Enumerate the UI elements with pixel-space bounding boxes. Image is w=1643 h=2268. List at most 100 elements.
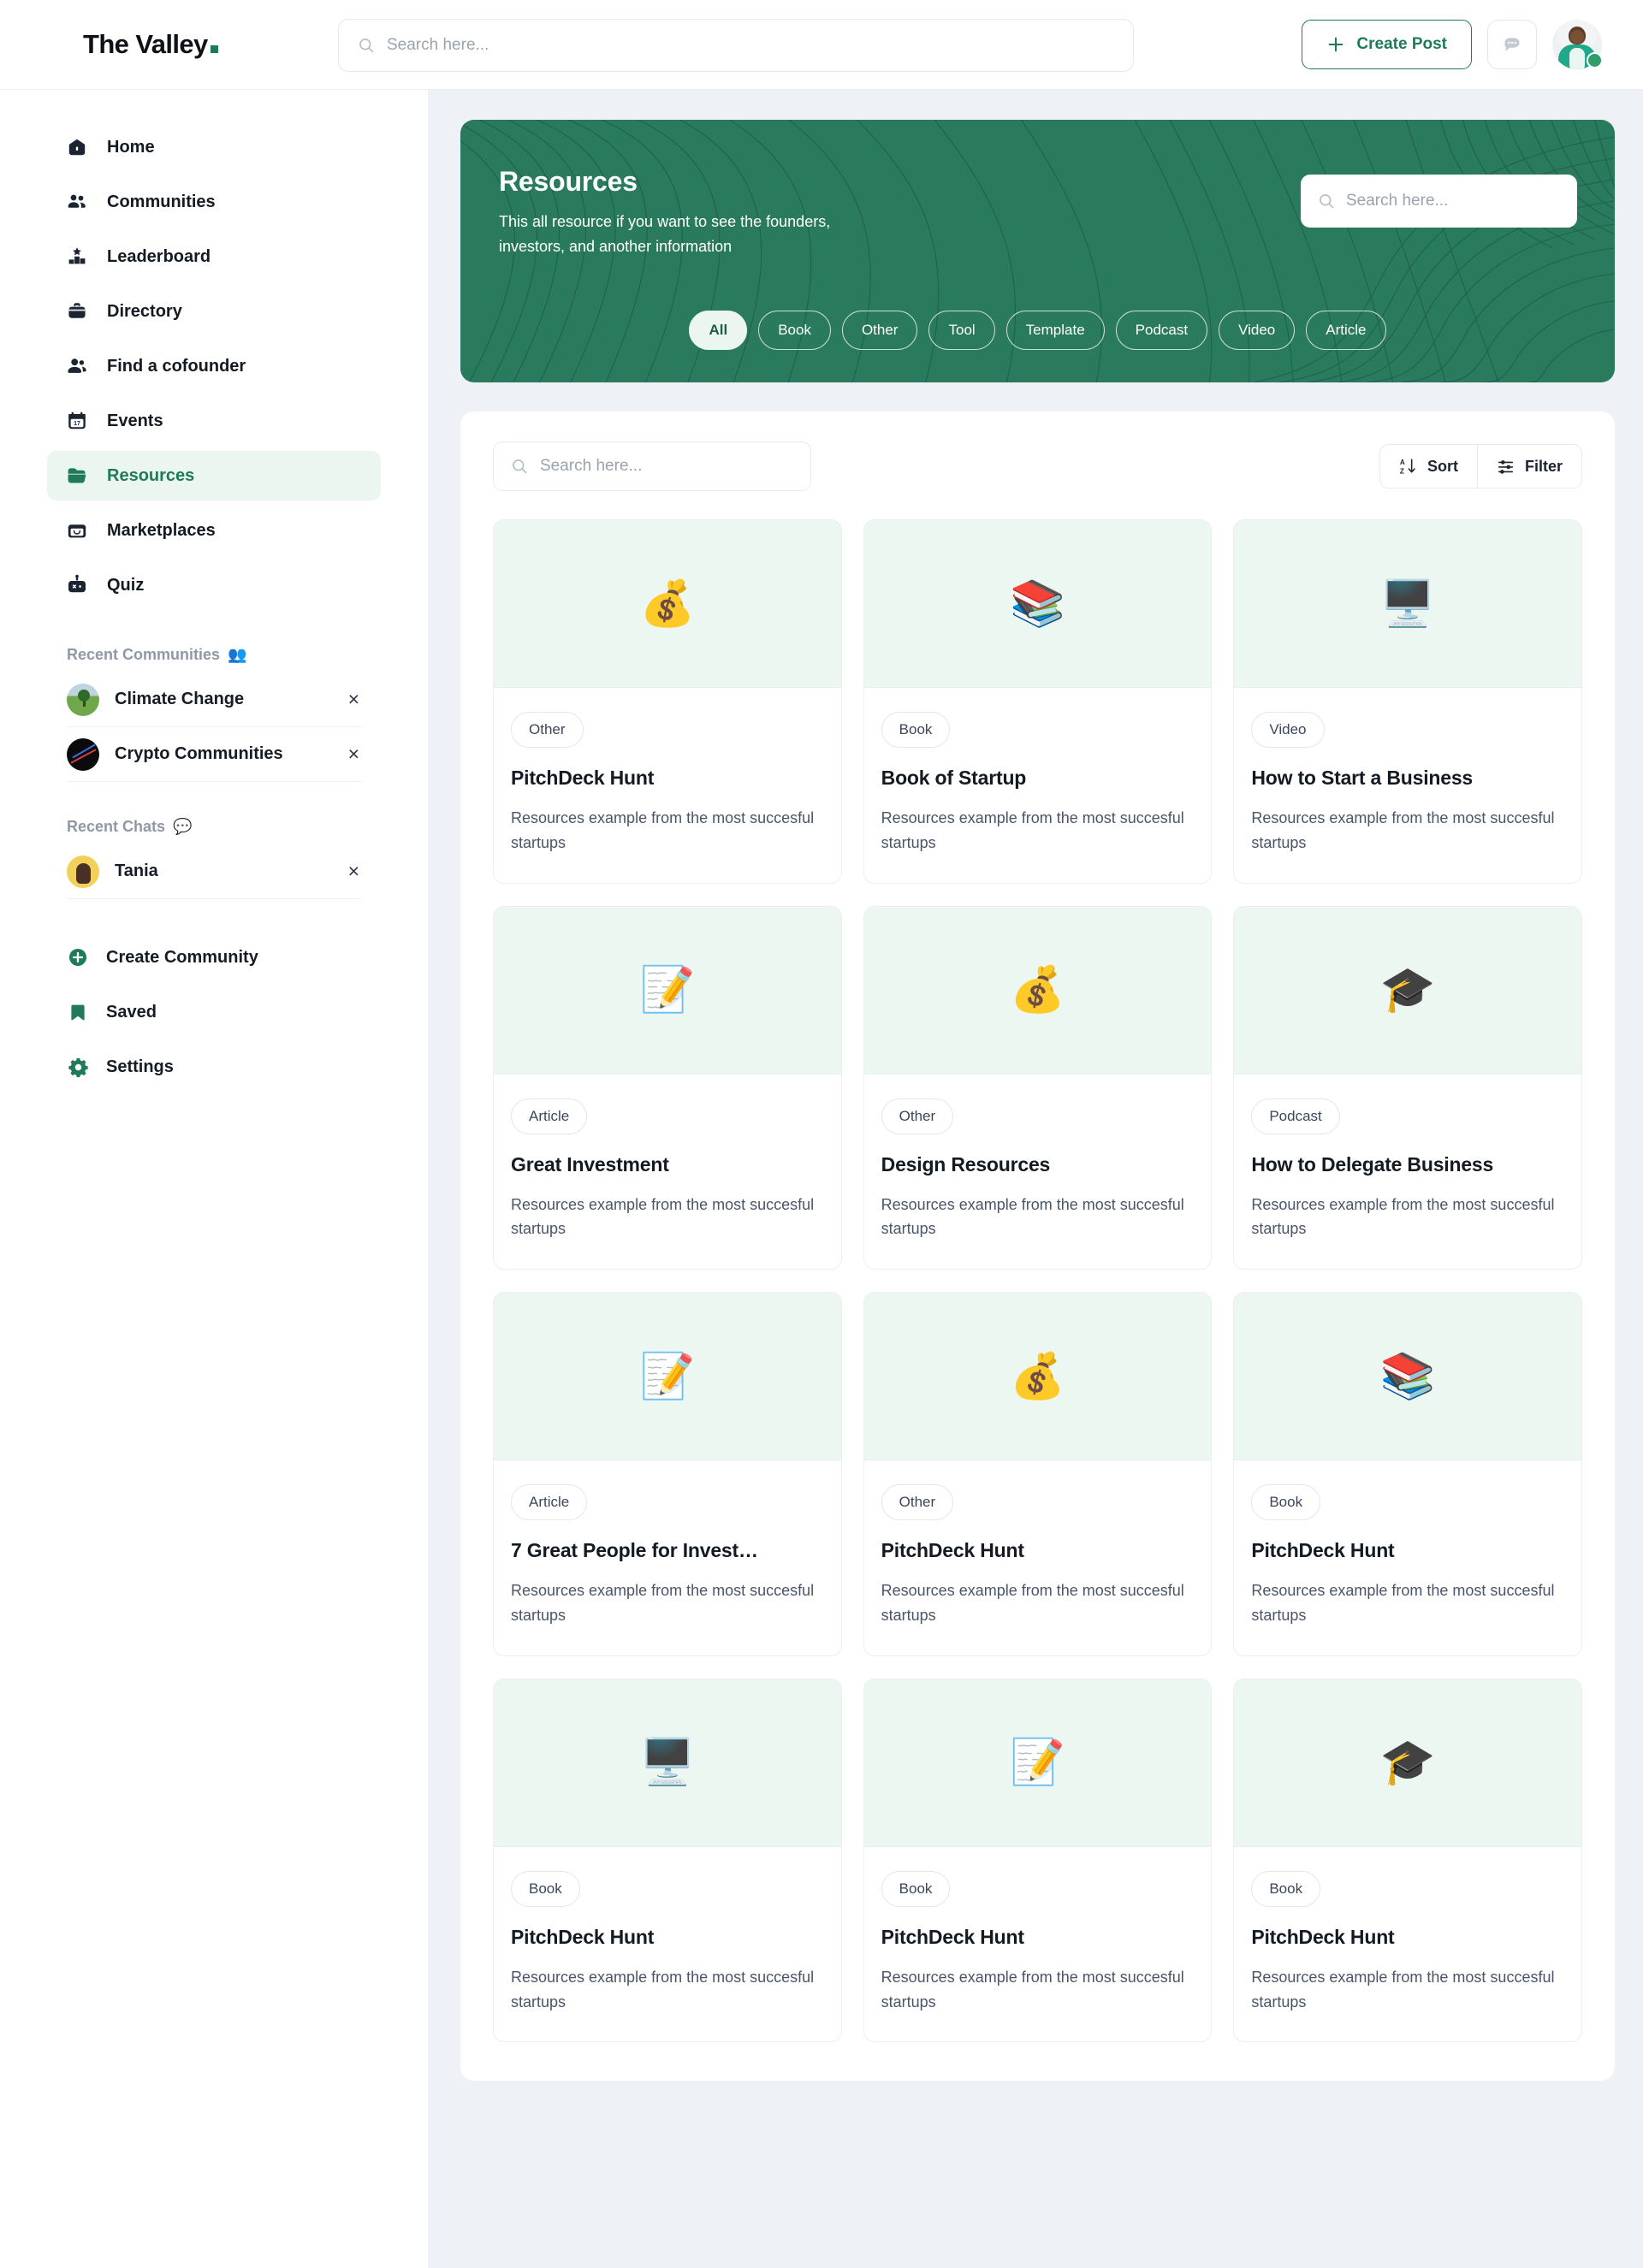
global-search-placeholder: Search here... (387, 36, 489, 54)
recent-community-item[interactable]: Climate Change × (67, 672, 361, 727)
filter-button[interactable]: Filter (1476, 445, 1581, 488)
sidebar-item-events[interactable]: 17 Events (47, 396, 381, 446)
filter-chip-podcast[interactable]: Podcast (1115, 311, 1208, 350)
saved-button[interactable]: Saved (67, 985, 361, 1039)
resource-thumbnail: 📚 (1234, 1293, 1581, 1461)
resources-search-input[interactable]: Search here... (493, 441, 811, 491)
sidebar-item-marketplaces[interactable]: Marketplaces (47, 506, 381, 555)
resource-thumbnail: 🎓 (1234, 906, 1581, 1075)
resource-tag: Book (511, 1870, 580, 1907)
community-avatar-climate (67, 683, 99, 716)
resource-card[interactable]: 📚 Book PitchDeck Hunt Resources example … (1233, 1292, 1582, 1656)
sidebar-item-communities[interactable]: Communities (47, 177, 381, 227)
resource-card-body: Book Book of Startup Resources example f… (864, 688, 1212, 883)
resource-card[interactable]: 📝 Article 7 Great People for Invest… Res… (493, 1292, 842, 1656)
sidebar-footer-label: Saved (106, 1002, 157, 1021)
close-icon[interactable]: × (348, 862, 361, 881)
resource-card[interactable]: 💰 Other Design Resources Resources examp… (863, 905, 1213, 1270)
resource-tag: Other (881, 1484, 954, 1521)
resource-description: Resources example from the most succesfu… (881, 1582, 1184, 1624)
chat-name: Tania (115, 862, 158, 880)
create-community-button[interactable]: Create Community (67, 930, 361, 985)
close-icon[interactable]: × (348, 690, 361, 709)
resource-thumbnail: 🖥️ (494, 1679, 841, 1847)
resource-tag: Book (1251, 1484, 1321, 1521)
resource-description: Resources example from the most succesfu… (881, 1968, 1184, 2010)
sidebar-item-directory[interactable]: Directory (47, 287, 381, 336)
create-post-button[interactable]: Create Post (1302, 20, 1472, 69)
resource-description: Resources example from the most succesfu… (511, 1195, 815, 1238)
recent-community-item[interactable]: Crypto Communities × (67, 727, 361, 782)
filter-chip-article[interactable]: Article (1306, 311, 1386, 350)
app-root: The Valley Search here... Create Post Ho… (0, 0, 1643, 2268)
resource-tag: Article (511, 1098, 588, 1134)
resource-tag: Article (511, 1484, 588, 1521)
resource-tag: Video (1251, 712, 1325, 748)
money-bag-emoji: 💰 (1010, 965, 1065, 1016)
resource-card[interactable]: 🎓 Book PitchDeck Hunt Resources example … (1233, 1678, 1582, 2043)
resource-card[interactable]: 💰 Other PitchDeck Hunt Resources example… (863, 1292, 1213, 1656)
briefcase-icon (66, 300, 88, 323)
resource-card[interactable]: 📚 Book Book of Startup Resources example… (863, 519, 1213, 884)
resource-card-body: Other PitchDeck Hunt Resources example f… (494, 688, 841, 883)
resource-card[interactable]: 🎓 Podcast How to Delegate Business Resou… (1233, 905, 1582, 1270)
resource-thumbnail: 🎓 (1234, 1679, 1581, 1847)
chip-label: Book (778, 322, 811, 338)
sort-button[interactable]: A Z Sort (1380, 445, 1477, 488)
global-search-input[interactable]: Search here... (338, 19, 1134, 72)
filter-label: Filter (1524, 457, 1563, 475)
people-group-icon (66, 191, 88, 213)
books-emoji: 📚 (1379, 1351, 1436, 1401)
chip-label: Podcast (1135, 322, 1189, 338)
resource-title: PitchDeck Hunt (511, 767, 655, 789)
filter-chip-book[interactable]: Book (758, 311, 831, 350)
resource-thumbnail: 📝 (863, 1679, 1212, 1847)
resource-card[interactable]: 🖥️ Video How to Start a Business Resourc… (1233, 519, 1582, 884)
recent-chat-item[interactable]: Tania × (67, 844, 361, 899)
resource-title: Design Resources (881, 1152, 1051, 1175)
sidebar-item-find-a-cofounder[interactable]: Find a cofounder (47, 341, 381, 391)
filter-chip-tool[interactable]: Tool (928, 311, 995, 350)
svg-text:A: A (1400, 459, 1405, 466)
resource-title: PitchDeck Hunt (881, 1925, 1024, 1948)
resource-tag: Other (511, 712, 584, 748)
chip-label: All (709, 322, 728, 338)
resource-card-body: Podcast How to Delegate Business Resourc… (1234, 1075, 1581, 1270)
sidebar-item-home[interactable]: Home (47, 122, 381, 172)
resource-description: Resources example from the most succesfu… (881, 809, 1184, 851)
settings-button[interactable]: Settings (67, 1039, 361, 1094)
graduation-cap-emoji: 🎓 (1379, 1738, 1436, 1788)
resource-thumbnail: 📚 (863, 520, 1212, 688)
close-icon[interactable]: × (348, 744, 361, 764)
filter-chip-template[interactable]: Template (1005, 311, 1105, 350)
resource-description: Resources example from the most succesfu… (881, 1195, 1184, 1238)
resource-tag: Other (881, 1098, 954, 1134)
speech-balloon-emoji-icon: 💬 (173, 818, 193, 835)
resource-description: Resources example from the most succesfu… (1251, 809, 1555, 851)
messages-button[interactable] (1487, 20, 1537, 69)
sidebar-item-leaderboard[interactable]: Leaderboard (47, 232, 381, 281)
recent-communities-label: Recent Communities (67, 646, 221, 663)
sidebar-item-quiz[interactable]: Quiz (47, 560, 381, 610)
sidebar-item-label: Marketplaces (107, 520, 216, 540)
resource-type-filter-chips: All Book Other Tool Template Podcast Vid… (460, 311, 1615, 350)
resource-thumbnail: 💰 (863, 906, 1212, 1075)
resource-tag: Book (881, 712, 951, 748)
filter-chip-all[interactable]: All (689, 311, 748, 350)
resource-description: Resources example from the most succesfu… (1251, 1195, 1555, 1238)
avatar[interactable] (1552, 20, 1603, 69)
chip-label: Video (1238, 322, 1276, 338)
resource-description: Resources example from the most succesfu… (511, 809, 815, 851)
resource-title: PitchDeck Hunt (881, 1539, 1024, 1562)
filter-chip-other[interactable]: Other (841, 311, 918, 350)
chat-bubble-icon (1504, 38, 1520, 51)
resource-card[interactable]: 📝 Book PitchDeck Hunt Resources example … (863, 1678, 1213, 2043)
avatar-face (1570, 30, 1584, 44)
resource-card[interactable]: 💰 Other PitchDeck Hunt Resources example… (493, 519, 842, 884)
resource-card[interactable]: 🖥️ Book PitchDeck Hunt Resources example… (493, 1678, 842, 2043)
resources-grid: 💰 Other PitchDeck Hunt Resources example… (493, 519, 1582, 2043)
filter-chip-video[interactable]: Video (1219, 311, 1296, 350)
resource-card[interactable]: 📝 Article Great Investment Resources exa… (493, 905, 842, 1270)
resource-card-body: Book PitchDeck Hunt Resources example fr… (864, 1847, 1212, 2042)
sidebar-item-resources[interactable]: Resources (47, 451, 381, 500)
